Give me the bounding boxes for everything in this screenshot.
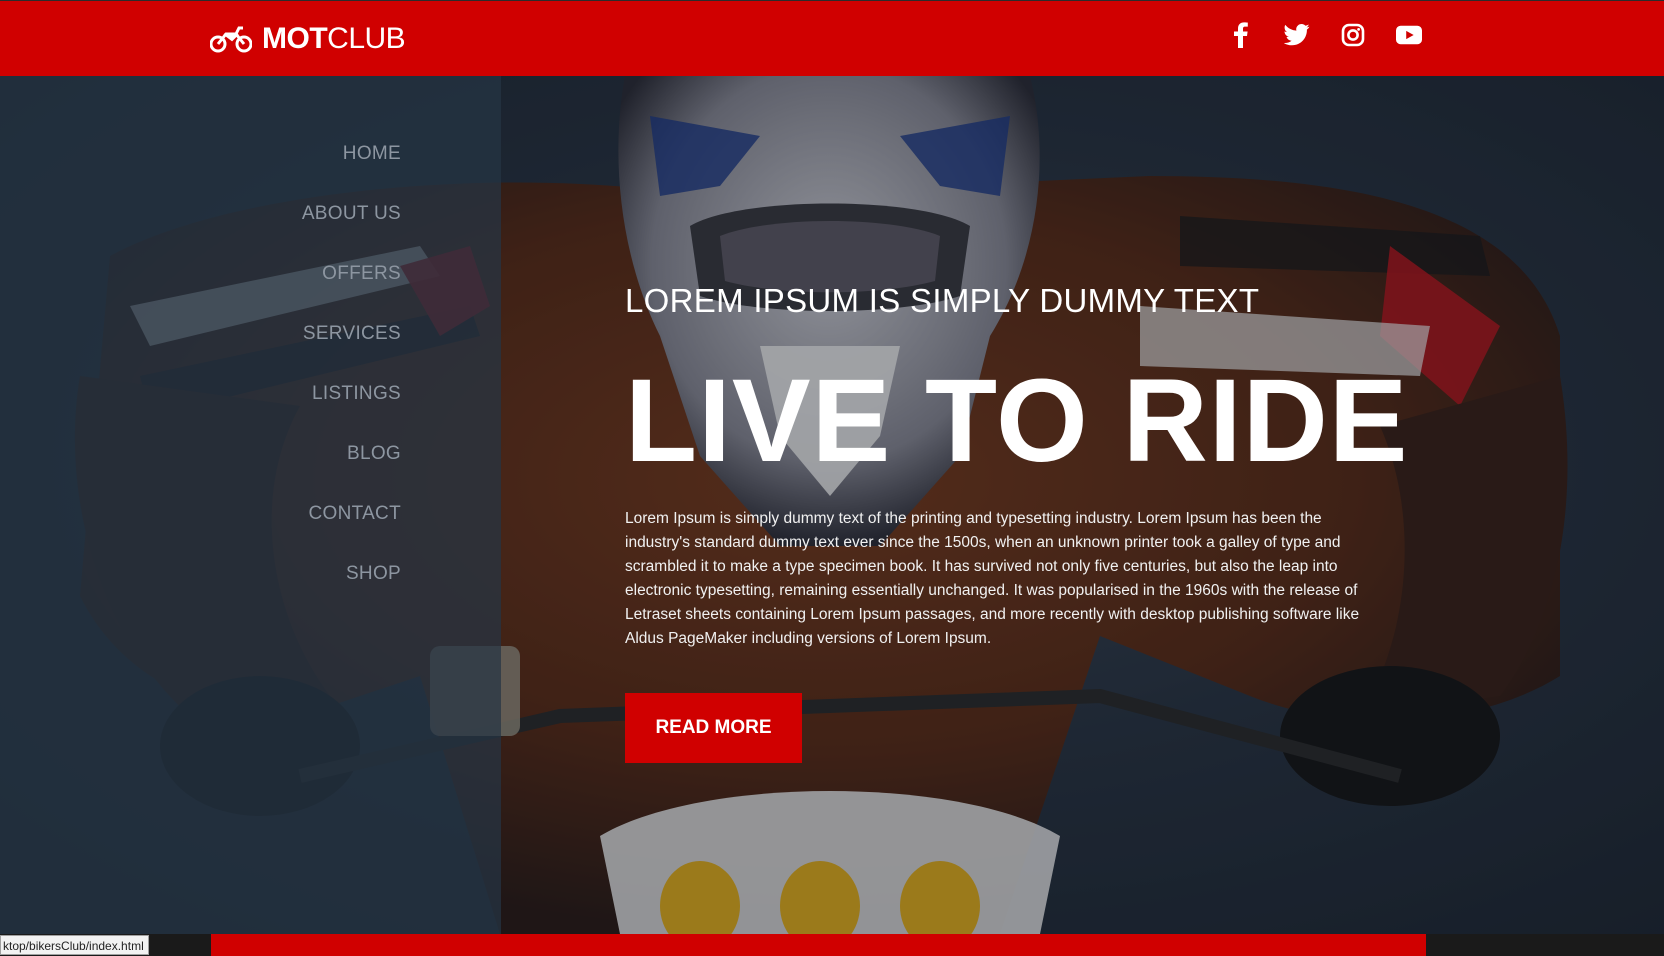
nav-item-offers[interactable]: OFFERS [302,256,401,316]
brand-name: MOTCLUB [262,21,406,57]
hero-section: LOREM IPSUM IS SIMPLY DUMMY TEXT LIVE TO… [625,275,1409,763]
footer-bar [211,934,1426,956]
brand-logo[interactable]: MOTCLUB [210,21,406,57]
main-nav: HOME ABOUT US OFFERS SERVICES LISTINGS B… [302,136,401,616]
social-links [1228,21,1422,49]
brand-name-bold: MOT [262,22,328,55]
nav-item-listings[interactable]: LISTINGS [302,376,401,436]
browser-status-url: ktop/bikersClub/index.html [0,935,149,955]
nav-item-home[interactable]: HOME [302,136,401,196]
top-header: MOTCLUB [0,0,1664,76]
nav-item-blog[interactable]: BLOG [302,436,401,496]
twitter-icon[interactable] [1284,21,1310,49]
nav-item-services[interactable]: SERVICES [302,316,401,376]
hero-description: Lorem Ipsum is simply dummy text of the … [625,510,1360,647]
motorcycle-icon [210,26,252,53]
hero-title: LIVE TO RIDE [625,355,1409,487]
nav-item-contact[interactable]: CONTACT [302,496,401,556]
side-nav-panel: HOME ABOUT US OFFERS SERVICES LISTINGS B… [0,76,501,934]
facebook-icon[interactable] [1228,21,1254,49]
nav-item-about-us[interactable]: ABOUT US [302,196,401,256]
youtube-icon[interactable] [1396,21,1422,49]
nav-item-shop[interactable]: SHOP [302,556,401,616]
instagram-icon[interactable] [1340,21,1366,49]
brand-name-light: CLUB [327,22,406,55]
hero-subtitle: LOREM IPSUM IS SIMPLY DUMMY TEXT [625,282,1260,319]
read-more-button[interactable]: READ MORE [625,693,802,763]
